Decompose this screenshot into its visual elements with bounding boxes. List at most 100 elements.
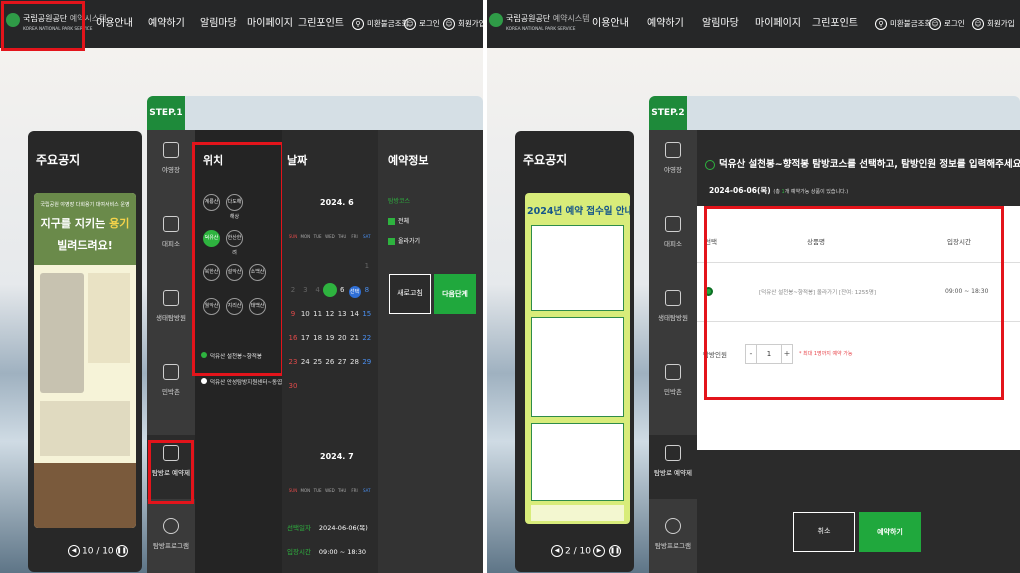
user-plus-icon: ☺ bbox=[443, 18, 455, 30]
pager-count: 2 / 10 bbox=[565, 546, 591, 557]
calendar-day[interactable]: 2 bbox=[287, 286, 299, 294]
refund-lookup-link[interactable]: ⚲ 미환불금조회 bbox=[352, 15, 408, 33]
date-note-post: 개 예약가능 상품이 있습니다. bbox=[784, 189, 847, 195]
notice-panel: 주요공지 2024년 예약 접수일 안내 ◀ 2 / 10 ▶ ❚❚ bbox=[515, 131, 634, 572]
refresh-button[interactable]: 새로고침 bbox=[389, 274, 431, 314]
nav-reserve[interactable]: 예약하기 bbox=[647, 0, 684, 48]
menu-eco-center[interactable]: 생태탐방원 bbox=[147, 290, 195, 322]
tent-icon bbox=[665, 142, 681, 158]
weekday-label: FRI bbox=[351, 234, 358, 239]
calendar-day[interactable]: 13 bbox=[336, 310, 348, 318]
next-step-button[interactable]: 다음단계 bbox=[434, 274, 476, 314]
calendar-day[interactable]: 10 bbox=[299, 310, 311, 318]
calendar-day[interactable]: 4 bbox=[312, 286, 324, 294]
menu-shelter[interactable]: 대피소 bbox=[147, 216, 195, 248]
radio-icon bbox=[201, 378, 207, 384]
calendar-day[interactable]: 23 bbox=[287, 358, 299, 366]
calendar-day[interactable]: 15 bbox=[361, 310, 373, 318]
login-link[interactable]: ☺ 로그인 bbox=[929, 15, 965, 33]
calendar-day[interactable]: 9 bbox=[287, 310, 299, 318]
category-side-menu: 야영장 대피소 생태탐방원 민박촌 탐방로 예약제 탐방프로그램 bbox=[147, 130, 195, 573]
menu-trail-reservation[interactable]: 탐방로 예약제 bbox=[649, 435, 697, 499]
prev-icon[interactable]: ◀ bbox=[68, 545, 80, 557]
calendar-day[interactable]: 11 bbox=[312, 310, 324, 318]
signup-link[interactable]: ☺ 회원가입 bbox=[443, 15, 483, 33]
menu-trail-label: 탐방로 예약제 bbox=[654, 469, 692, 477]
calendar-day[interactable]: 30 bbox=[287, 382, 299, 390]
calendar-day[interactable]: 17 bbox=[299, 334, 311, 342]
next-icon[interactable]: ▶ bbox=[592, 545, 605, 557]
program-icon bbox=[665, 518, 681, 534]
signup-link[interactable]: ☺ 회원가입 bbox=[972, 15, 1015, 33]
menu-shelter-label: 대피소 bbox=[664, 240, 682, 248]
prev-icon[interactable]: ◀ bbox=[551, 545, 563, 557]
refund-lookup-link[interactable]: ⚲ 미환불금조회 bbox=[875, 15, 931, 33]
calendar-day[interactable]: 14 bbox=[349, 310, 361, 318]
house-icon bbox=[665, 364, 681, 380]
reservation-info-panel: 예약정보 탐방코스 전체 올라가기 새로고침 다음단계 bbox=[378, 130, 483, 573]
calendar-day[interactable]: 6 bbox=[336, 286, 348, 294]
calendar-day[interactable]: 19 bbox=[324, 334, 336, 342]
calendar-day[interactable]: 8 bbox=[361, 286, 373, 294]
menu-lodge[interactable]: 민박촌 bbox=[649, 364, 697, 396]
menu-campsite[interactable]: 야영장 bbox=[649, 142, 697, 174]
step2-heading: 덕유산 설천봉~향적봉 탐방코스를 선택하고, 탐방인원 정보를 입력해주세요. bbox=[705, 156, 1020, 170]
nav-greenpoint[interactable]: 그린포인트 bbox=[298, 0, 344, 48]
calendar-day[interactable]: 25 bbox=[312, 358, 324, 366]
notice-pager[interactable]: ◀ 2 / 10 ▶ ❚❚ bbox=[549, 545, 623, 557]
site-logo[interactable]: 국립공원공단 예약시스템 KOREA NATIONAL PARK SERVICE bbox=[489, 10, 590, 40]
login-label: 로그인 bbox=[419, 19, 440, 28]
route-option[interactable]: 덕유산 안성탐방지원센터~동엽령 bbox=[201, 378, 287, 386]
calendar-day[interactable]: 24 bbox=[299, 358, 311, 366]
calendar-day[interactable]: 29 bbox=[361, 358, 373, 366]
reserve-button[interactable]: 예약하기 bbox=[859, 512, 921, 552]
menu-program[interactable]: 탐방프로그램 bbox=[649, 518, 697, 550]
pause-icon[interactable]: ❚❚ bbox=[115, 545, 128, 557]
notice-pager[interactable]: ◀ 10 / 10 ❚❚ bbox=[66, 545, 130, 557]
poster-photo bbox=[40, 273, 84, 393]
menu-eco-center[interactable]: 생태탐방원 bbox=[649, 290, 697, 322]
calendar-day[interactable]: 18 bbox=[312, 334, 324, 342]
calendar-day[interactable]: 27 bbox=[336, 358, 348, 366]
calendar-day[interactable]: 12 bbox=[324, 310, 336, 318]
weekday-label: WED bbox=[325, 234, 335, 239]
menu-shelter[interactable]: 대피소 bbox=[649, 216, 697, 248]
calendar-day[interactable]: 5 bbox=[322, 283, 337, 297]
nav-usage[interactable]: 이용안내 bbox=[592, 0, 629, 48]
weekday-label: SUN bbox=[288, 488, 298, 493]
step-bar: STEP.1 bbox=[147, 96, 483, 130]
option-all[interactable]: 전체 bbox=[388, 216, 409, 225]
nav-mypage[interactable]: 마이페이지 bbox=[755, 0, 801, 48]
pause-icon[interactable]: ❚❚ bbox=[608, 545, 621, 557]
calendar-month-july: 2024. 7 bbox=[320, 452, 354, 461]
calendar-day[interactable]: 16 bbox=[287, 334, 299, 342]
menu-lodge[interactable]: 민박촌 bbox=[147, 364, 195, 396]
calendar-day[interactable]: 1 bbox=[361, 262, 373, 270]
menu-campsite[interactable]: 야영장 bbox=[147, 142, 195, 174]
poster-text-block bbox=[88, 273, 130, 363]
nav-mypage[interactable]: 마이페이지 bbox=[247, 0, 293, 48]
highlight-trail-menu-box bbox=[148, 440, 194, 504]
nav-notice[interactable]: 알림마당 bbox=[702, 0, 739, 48]
logo-subtitle: KOREA NATIONAL PARK SERVICE bbox=[506, 27, 576, 32]
calendar-day[interactable]: 26 bbox=[324, 358, 336, 366]
calendar-day[interactable]: 20 bbox=[336, 334, 348, 342]
nav-usage[interactable]: 이용안내 bbox=[96, 0, 133, 48]
notice-poster[interactable]: 국립공원 야영장 다회용기 대여서비스 운영 지구를 지키는 용기 빌려드려요! bbox=[34, 193, 136, 528]
option-up[interactable]: 올라가기 bbox=[388, 236, 420, 245]
cancel-button[interactable]: 취소 bbox=[793, 512, 855, 552]
notice-poster[interactable]: 2024년 예약 접수일 안내 bbox=[525, 193, 630, 524]
login-link[interactable]: ☺ 로그인 bbox=[404, 15, 440, 33]
highlight-logo-box bbox=[1, 1, 85, 51]
calendar-day[interactable]: 28 bbox=[349, 358, 361, 366]
calendar-day[interactable]: 21 bbox=[349, 334, 361, 342]
nav-greenpoint[interactable]: 그린포인트 bbox=[812, 0, 858, 48]
calendar-day[interactable]: 3 bbox=[299, 286, 311, 294]
menu-program[interactable]: 탐방프로그램 bbox=[147, 518, 195, 550]
nav-notice[interactable]: 알림마당 bbox=[200, 0, 237, 48]
calendar-day[interactable]: 22 bbox=[361, 334, 373, 342]
nav-reserve[interactable]: 예약하기 bbox=[148, 0, 185, 48]
weekday-label: MON bbox=[300, 234, 311, 239]
calendar-day[interactable]: 선택 bbox=[348, 286, 361, 298]
poster-title: 2024년 예약 접수일 안내 bbox=[527, 206, 630, 217]
